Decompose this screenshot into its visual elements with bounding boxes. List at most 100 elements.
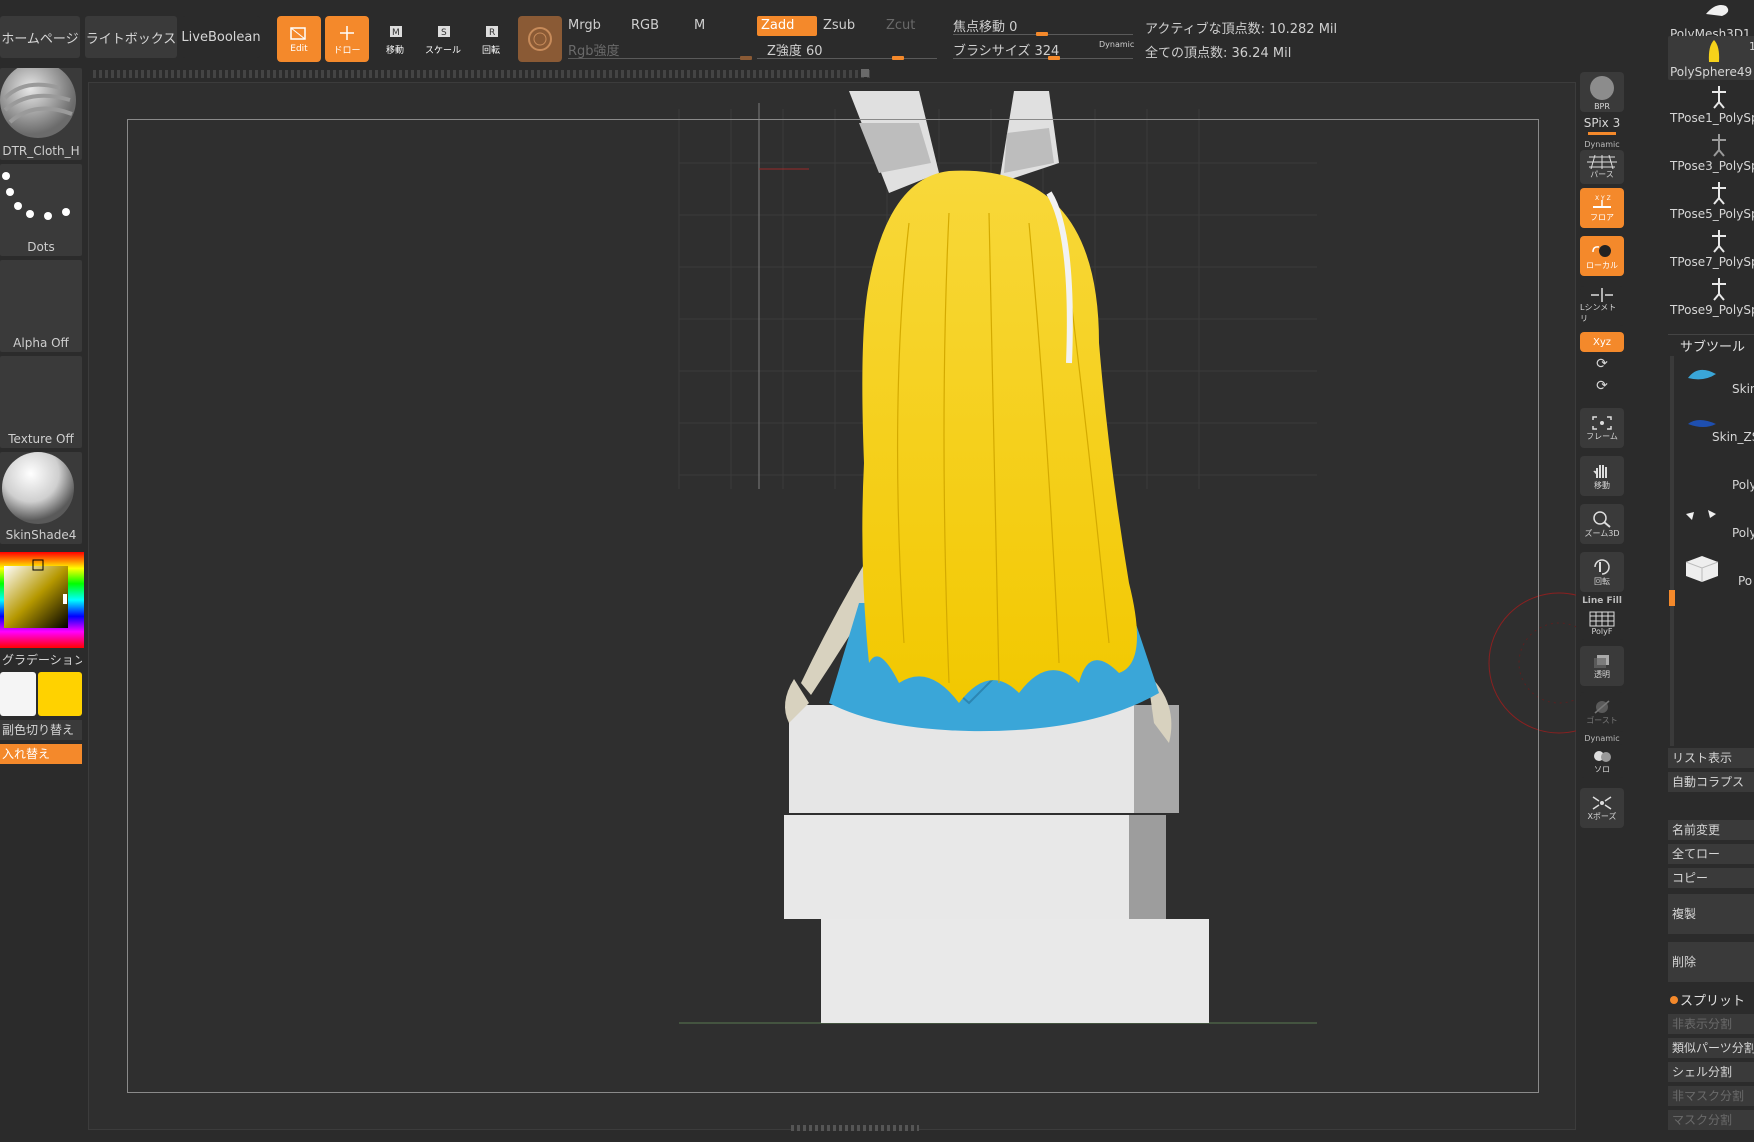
- subtool-label: Poly: [1732, 478, 1754, 492]
- rename-button[interactable]: 名前変更: [1668, 820, 1754, 840]
- frame-label: フレーム: [1586, 431, 1618, 441]
- solo-dynamic-label: Dynamic: [1584, 734, 1620, 743]
- persp-label: パース: [1590, 169, 1614, 179]
- duplicate-button[interactable]: 複製: [1668, 894, 1754, 934]
- brush-size-slider[interactable]: ブラシサイズ 324: [953, 40, 1059, 59]
- spix-knob[interactable]: [1588, 132, 1616, 135]
- tool-label-tpose7: TPose7_PolySp: [1670, 255, 1754, 269]
- tool-tpose7[interactable]: TPose7_PolySp: [1668, 228, 1754, 270]
- transparency-button[interactable]: 透明: [1580, 646, 1624, 686]
- subtool-item[interactable]: Poly: [1682, 456, 1754, 500]
- xpose-label: Xポーズ: [1587, 811, 1617, 821]
- svg-text:S: S: [441, 28, 447, 38]
- edit-mode-button[interactable]: Edit: [277, 16, 321, 62]
- focal-shift-slider[interactable]: 焦点移動 0: [953, 16, 1017, 35]
- split-shell-button[interactable]: シェル分割: [1668, 1062, 1754, 1082]
- texture-selector[interactable]: Texture Off: [0, 356, 82, 448]
- solo-button[interactable]: ソロ: [1580, 744, 1624, 778]
- polysphere-thumb-icon: [1708, 40, 1720, 62]
- rotate-mode-button[interactable]: R 回転: [469, 16, 513, 62]
- m-toggle[interactable]: M: [694, 18, 705, 33]
- tpose-figure-icon: [1712, 182, 1726, 205]
- y-rotation-icon[interactable]: ⟳: [1576, 356, 1628, 372]
- bottom-shelf-grip[interactable]: [791, 1125, 919, 1131]
- material-sphere-icon: [2, 452, 74, 524]
- auto-collapse-button[interactable]: 自動コラプス: [1668, 772, 1754, 792]
- move-view-label: 移動: [1594, 480, 1610, 490]
- gradient-label[interactable]: グラデーション: [0, 650, 82, 670]
- tool-tpose5[interactable]: TPose5_PolySp: [1668, 180, 1754, 222]
- shelf-grip[interactable]: [861, 69, 869, 77]
- swap-color-button[interactable]: 入れ替え: [0, 744, 82, 764]
- color-picker[interactable]: [0, 552, 84, 650]
- material-channel-button[interactable]: [518, 16, 562, 62]
- all-low-button[interactable]: 全てロー: [1668, 844, 1754, 864]
- spix-slider[interactable]: SPix 3: [1576, 116, 1628, 130]
- move-mode-button[interactable]: M 移動: [373, 16, 417, 62]
- z-rotation-icon[interactable]: ⟳: [1576, 378, 1628, 394]
- move-view-button[interactable]: 移動: [1580, 456, 1624, 496]
- subtool-item[interactable]: Poly: [1682, 504, 1754, 548]
- brush-size-track: [953, 58, 1133, 59]
- zcut-toggle[interactable]: Zcut: [886, 18, 915, 33]
- dynamic-brush-toggle[interactable]: Dynamic: [1099, 40, 1134, 49]
- ghost-button[interactable]: ゴースト: [1580, 692, 1624, 732]
- material-selector[interactable]: SkinShade4: [0, 452, 82, 544]
- copy-button[interactable]: コピー: [1668, 868, 1754, 888]
- split-similar-button[interactable]: 類似パーツ分割: [1668, 1038, 1754, 1058]
- polyf-button[interactable]: PolyF: [1580, 606, 1624, 640]
- focal-shift-knob[interactable]: [1036, 32, 1048, 36]
- subtool-item[interactable]: Po: [1682, 552, 1754, 596]
- draw-mode-button[interactable]: ドロー: [325, 16, 369, 62]
- frame-button[interactable]: フレーム: [1580, 408, 1624, 448]
- tool-polysphere49[interactable]: 1 PolySphere49: [1668, 36, 1754, 80]
- split-masked-button[interactable]: マスク分割: [1668, 1110, 1754, 1130]
- brush-selector[interactable]: DTR_Cloth_H: [0, 68, 82, 160]
- home-button[interactable]: ホームページ: [0, 16, 80, 58]
- rotate-view-button[interactable]: 回転: [1580, 552, 1624, 592]
- list-display-button[interactable]: リスト表示: [1668, 748, 1754, 768]
- tool-tpose3[interactable]: TPose3_PolySp: [1668, 132, 1754, 174]
- bpr-button[interactable]: BPR: [1580, 72, 1624, 112]
- zsub-toggle[interactable]: Zsub: [823, 18, 855, 33]
- delete-button[interactable]: 削除: [1668, 942, 1754, 982]
- split-section-header[interactable]: スプリット: [1680, 990, 1745, 1009]
- lsym-button[interactable]: Lシンメトリ: [1580, 286, 1624, 326]
- z-intensity-slider[interactable]: Z強度 60: [767, 40, 823, 59]
- ghost-icon: [1594, 699, 1610, 714]
- perspective-button[interactable]: パース: [1580, 150, 1624, 184]
- switch-color-button[interactable]: 副色切り替え: [0, 720, 82, 740]
- zadd-toggle[interactable]: Zadd: [757, 16, 817, 36]
- local-button[interactable]: ローカル: [1580, 236, 1624, 276]
- document-canvas[interactable]: [88, 82, 1577, 1131]
- z-intensity-knob[interactable]: [892, 56, 904, 60]
- main-color-swatch[interactable]: [0, 672, 36, 716]
- tool-tpose1[interactable]: TPose1_PolySp: [1668, 84, 1754, 126]
- tool-label-tpose1: TPose1_PolySp: [1670, 111, 1754, 125]
- tool-tpose9[interactable]: TPose9_PolySp: [1668, 276, 1754, 318]
- alpha-selector[interactable]: Alpha Off: [0, 260, 82, 352]
- subtool-scroll-thumb[interactable]: [1669, 590, 1675, 606]
- rgb-intensity-knob[interactable]: [740, 56, 752, 60]
- subtool-item[interactable]: Skin: [1682, 360, 1754, 404]
- zoom3d-button[interactable]: ズーム3D: [1580, 504, 1624, 544]
- stroke-selector[interactable]: Dots: [0, 164, 82, 256]
- split-hidden-button[interactable]: 非表示分割: [1668, 1014, 1754, 1034]
- floor-button[interactable]: X Y Z フロア: [1580, 188, 1624, 228]
- subtool-header[interactable]: サブツール: [1680, 336, 1745, 355]
- edit-icon: [290, 27, 306, 40]
- split-unmasked-button[interactable]: 非マスク分割: [1668, 1086, 1754, 1106]
- lightbox-button[interactable]: ライトボックス: [85, 16, 177, 58]
- xpose-button[interactable]: Xポーズ: [1580, 788, 1624, 828]
- liveboolean-button[interactable]: LiveBoolean: [181, 16, 261, 58]
- scale-mode-button[interactable]: S スケール: [421, 16, 465, 62]
- brush-size-knob[interactable]: [1048, 56, 1060, 60]
- secondary-color-swatch[interactable]: [38, 672, 82, 716]
- subtool-item[interactable]: Skin_ZS: [1682, 408, 1754, 452]
- mrgb-toggle[interactable]: Mrgb: [568, 18, 601, 33]
- rgb-intensity-slider[interactable]: Rgb強度: [568, 40, 620, 59]
- subtool-scrollbar[interactable]: [1670, 356, 1674, 746]
- rgb-toggle[interactable]: RGB: [631, 18, 659, 33]
- xyz-rotation-button[interactable]: Xyz: [1580, 332, 1624, 352]
- transparency-icon: [1594, 654, 1609, 668]
